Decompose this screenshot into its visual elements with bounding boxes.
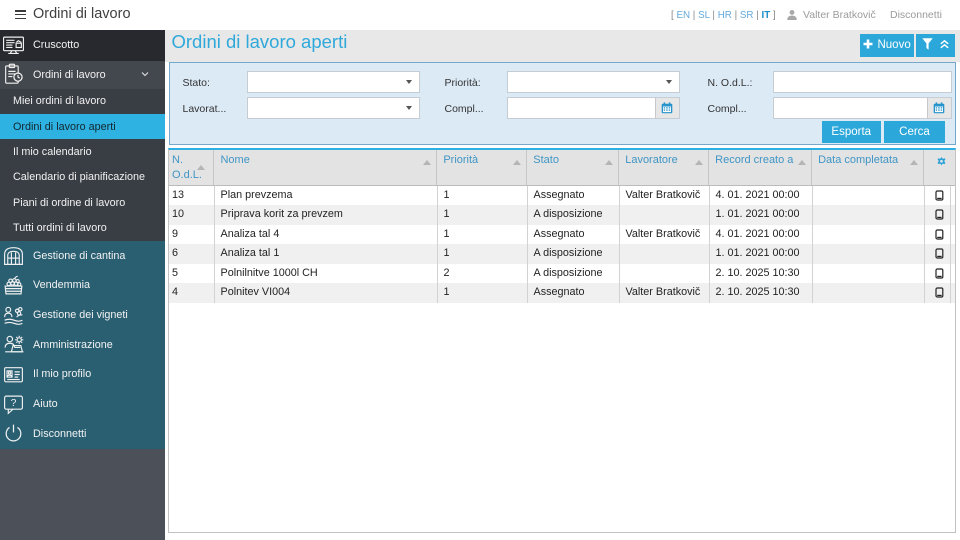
svg-text:?: ? [11,398,17,409]
